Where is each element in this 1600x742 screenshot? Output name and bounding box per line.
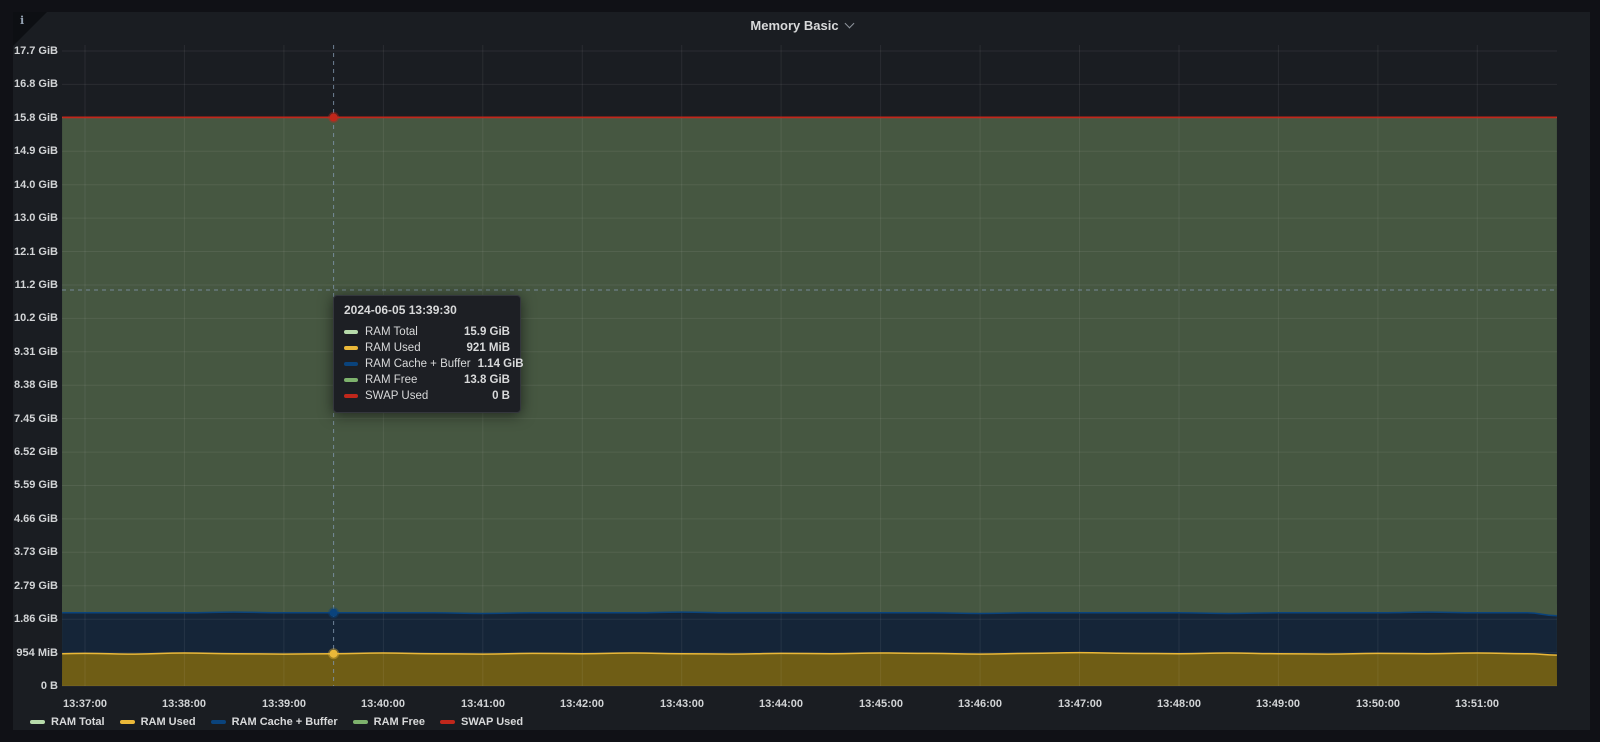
y-axis-tick-label: 14.0 GiB: [13, 178, 58, 192]
tooltip-timestamp: 2024-06-05 13:39:30: [344, 303, 510, 317]
tooltip-series-value: 15.9 GiB: [464, 326, 510, 338]
y-axis-tick-label: 16.8 GiB: [13, 77, 58, 91]
y-axis-tick-label: 8.38 GiB: [13, 378, 58, 392]
y-axis-tick-label: 17.7 GiB: [13, 44, 58, 58]
chart-legend: RAM Total RAM Used RAM Cache + Buffer RAM F…: [30, 714, 523, 729]
tooltip-series-value: 1.14 GiB: [478, 358, 524, 370]
tooltip-rows: RAM Total 15.9 GiB RAM Used 921 MiB RAM Cach…: [344, 324, 510, 404]
tooltip-series-label: RAM Free: [365, 374, 457, 386]
x-axis-tick-label: 13:41:00: [438, 698, 528, 710]
legend-swatch-icon: [211, 720, 226, 724]
hover-point: [330, 113, 338, 121]
legend-label: RAM Total: [51, 716, 105, 728]
panel-title: Memory Basic: [750, 18, 838, 33]
tooltip-row: RAM Cache + Buffer1.14 GiB: [344, 356, 510, 372]
legend-item-ram-used[interactable]: RAM Used: [120, 716, 196, 728]
legend-swatch-icon: [30, 720, 45, 724]
legend-item-ram-cache-buffer[interactable]: RAM Cache + Buffer: [211, 716, 338, 728]
tooltip-series-label: RAM Cache + Buffer: [365, 358, 471, 370]
y-axis-tick-label: 9.31 GiB: [13, 345, 58, 359]
x-axis-tick-label: 13:43:00: [637, 698, 727, 710]
x-axis-tick-label: 13:50:00: [1333, 698, 1423, 710]
tooltip-row: RAM Free 13.8 GiB: [344, 372, 510, 388]
x-axis-tick-label: 13:37:00: [40, 698, 130, 710]
y-axis-tick-label: 10.2 GiB: [13, 311, 58, 325]
tooltip-series-label: RAM Total: [365, 326, 457, 338]
y-axis-tick-label: 0 B: [13, 679, 58, 693]
x-axis-tick-label: 13:44:00: [736, 698, 826, 710]
hover-point: [330, 609, 338, 617]
x-axis-tick-label: 13:45:00: [836, 698, 926, 710]
x-axis-tick-label: 13:39:00: [239, 698, 329, 710]
legend-swatch-icon: [440, 720, 455, 724]
x-axis-tick-label: 13:38:00: [139, 698, 229, 710]
y-axis-tick-label: 7.45 GiB: [13, 412, 58, 426]
x-axis-tick-label: 13:51:00: [1432, 698, 1522, 710]
y-axis-tick-label: 15.8 GiB: [13, 111, 58, 125]
hover-point: [330, 650, 338, 658]
tooltip-row: SWAP Used 0 B: [344, 388, 510, 404]
tooltip-row: RAM Used 921 MiB: [344, 340, 510, 356]
y-axis-tick-label: 14.9 GiB: [13, 144, 58, 158]
legend-label: RAM Used: [141, 716, 196, 728]
tooltip-series-value: 921 MiB: [467, 342, 510, 354]
x-axis-tick-label: 13:48:00: [1134, 698, 1224, 710]
x-axis-tick-label: 13:42:00: [537, 698, 627, 710]
y-axis-tick-label: 3.73 GiB: [13, 545, 58, 559]
tooltip-series-value: 13.8 GiB: [464, 374, 510, 386]
tooltip-series-label: SWAP Used: [365, 390, 485, 402]
memory-chart[interactable]: [13, 12, 1590, 730]
x-axis-tick-label: 13:47:00: [1035, 698, 1125, 710]
y-axis-tick-label: 6.52 GiB: [13, 445, 58, 459]
x-axis-tick-label: 13:40:00: [338, 698, 428, 710]
tooltip-series-swatch-icon: [344, 346, 358, 350]
x-axis-tick-label: 13:46:00: [935, 698, 1025, 710]
memory-basic-panel: i Memory Basic 0 B 954 MiB 1.86 GiB 2.79 Gi…: [13, 12, 1590, 730]
legend-item-swap-used[interactable]: SWAP Used: [440, 716, 523, 728]
legend-item-ram-total[interactable]: RAM Total: [30, 716, 105, 728]
legend-swatch-icon: [353, 720, 368, 724]
tooltip-series-swatch-icon: [344, 378, 358, 382]
tooltip-series-swatch-icon: [344, 330, 358, 334]
y-axis-tick-label: 5.59 GiB: [13, 478, 58, 492]
y-axis-tick-label: 4.66 GiB: [13, 512, 58, 526]
y-axis-tick-label: 11.2 GiB: [13, 278, 58, 292]
panel-header[interactable]: Memory Basic: [13, 12, 1590, 38]
chart-tooltip: 2024-06-05 13:39:30 RAM Total15.9 GiBRAM…: [333, 295, 521, 413]
legend-swatch-icon: [120, 720, 135, 724]
legend-label: SWAP Used: [461, 716, 523, 728]
y-axis-tick-label: 12.1 GiB: [13, 245, 58, 259]
y-axis-tick-label: 13.0 GiB: [13, 211, 58, 225]
tooltip-series-swatch-icon: [344, 394, 358, 398]
legend-item-ram-free[interactable]: RAM Free: [353, 716, 425, 728]
tooltip-series-swatch-icon: [344, 362, 358, 366]
y-axis-tick-label: 2.79 GiB: [13, 579, 58, 593]
chevron-down-icon: [844, 19, 854, 29]
legend-label: RAM Cache + Buffer: [232, 716, 338, 728]
x-axis-tick-label: 13:49:00: [1233, 698, 1323, 710]
legend-label: RAM Free: [374, 716, 425, 728]
info-icon: i: [20, 14, 24, 27]
tooltip-series-value: 0 B: [492, 390, 510, 402]
tooltip-series-label: RAM Used: [365, 342, 460, 354]
chart-area[interactable]: 0 B 954 MiB 1.86 GiB 2.79 GiB 3.73 GiB 4.66 G…: [13, 12, 1590, 730]
tooltip-row: RAM Total 15.9 GiB: [344, 324, 510, 340]
y-axis-tick-label: 1.86 GiB: [13, 612, 58, 626]
y-axis-tick-label: 954 MiB: [13, 646, 58, 660]
